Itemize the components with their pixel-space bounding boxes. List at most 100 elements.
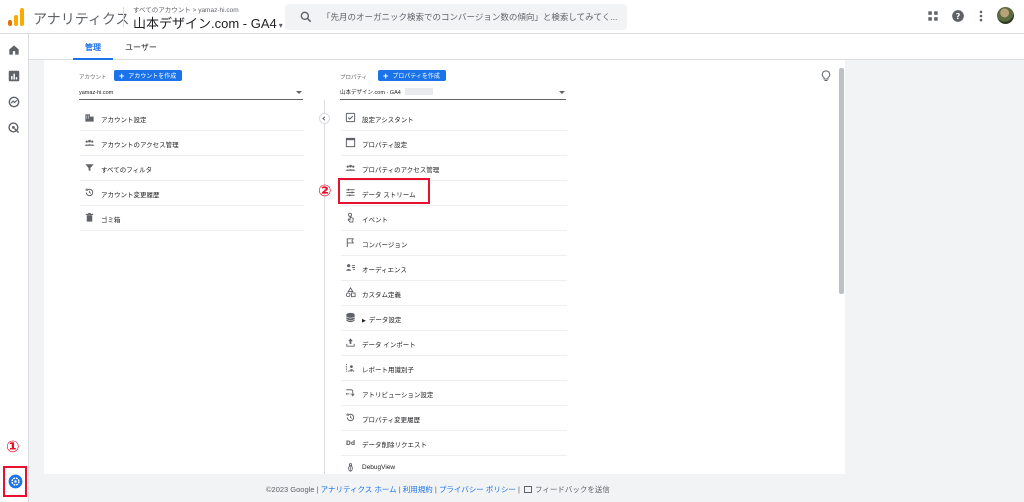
copyright: ©2023 Google |: [266, 485, 319, 494]
apps-grid-icon[interactable]: [926, 9, 940, 23]
analytics-logo-icon[interactable]: [8, 8, 24, 26]
lightbulb-icon[interactable]: [820, 69, 832, 83]
analytics-home-link[interactable]: アナリティクス ホーム: [321, 485, 397, 494]
identity-icon: [345, 363, 355, 372]
reporting-identity-item[interactable]: レポート用識別子: [341, 356, 567, 381]
account-select-value: yamaz-hi.com: [79, 90, 114, 96]
account-history-item[interactable]: アカウント変更履歴: [80, 181, 304, 206]
data-import-item[interactable]: データ インポート: [341, 331, 567, 356]
property-history-item[interactable]: プロパティ変更履歴: [341, 406, 567, 431]
trash-item[interactable]: ゴミ箱: [80, 206, 304, 231]
menu-item-text: データ設定: [368, 317, 402, 324]
menu-item-label: すべてのフィルタ: [101, 167, 153, 174]
admin-gear-icon[interactable]: [8, 474, 23, 489]
window-icon: [345, 137, 356, 148]
all-filters-item[interactable]: すべてのフィルタ: [80, 156, 304, 181]
svg-text:?: ?: [956, 11, 961, 21]
menu-item-label: アカウント設定: [101, 117, 147, 124]
more-vert-icon[interactable]: [974, 9, 988, 23]
account-settings-item[interactable]: アカウント設定: [80, 106, 304, 131]
data-deletion-item[interactable]: Dd データ削除リクエスト: [341, 431, 567, 456]
history-icon: [346, 413, 355, 422]
attribution-icon: [345, 389, 355, 397]
menu-item-label: オーディエンス: [362, 267, 407, 274]
shapes-icon: [345, 287, 356, 298]
account-access-item[interactable]: アカウントのアクセス管理: [80, 131, 304, 156]
top-header: アナリティクス すべてのアカウント > yamaz-hi.com 山本デザイン.…: [0, 0, 1024, 34]
create-account-label: アカウントを作成: [128, 74, 177, 80]
menu-item-label: アカウントのアクセス管理: [101, 142, 179, 149]
menu-item-label: プロパティ変更履歴: [362, 417, 421, 424]
property-settings-item[interactable]: プロパティ設定: [341, 131, 567, 156]
feedback-link[interactable]: フィードバックを送信: [522, 485, 610, 494]
menu-item-label: データ削除リクエスト: [362, 442, 427, 449]
footer-separator: |: [434, 485, 437, 494]
expand-arrow-icon: ▶: [362, 318, 366, 324]
left-nav: [0, 34, 29, 502]
menu-item-label: プロパティのアクセス管理: [362, 167, 440, 174]
audience-icon: [345, 264, 356, 271]
header-divider: [123, 7, 124, 27]
advertising-icon[interactable]: [7, 121, 21, 135]
create-property-label: プロパティを作成: [392, 74, 440, 80]
menu-item-label: ▶ データ設定: [362, 314, 401, 324]
annotation-marker-2: ②: [318, 183, 332, 200]
menu-item-label: DebugView: [362, 464, 396, 471]
custom-definitions-item[interactable]: カスタム定義: [341, 281, 567, 306]
menu-item-label: ゴミ箱: [101, 217, 121, 224]
data-streams-highlight-box: [338, 178, 430, 204]
create-account-button[interactable]: + アカウントを作成: [114, 70, 183, 81]
scrollbar[interactable]: [839, 68, 844, 294]
menu-item-label: イベント: [362, 217, 388, 224]
account-select[interactable]: yamaz-hi.com: [79, 88, 303, 100]
plus-icon: +: [383, 71, 389, 81]
property-select[interactable]: 山本デザイン.com - GA4: [340, 88, 566, 100]
help-icon[interactable]: ?: [951, 9, 965, 23]
reports-icon[interactable]: [7, 69, 21, 83]
chevron-down-icon: ▾: [278, 21, 283, 30]
footer-separator: |: [398, 485, 401, 494]
trash-icon: [85, 212, 94, 222]
property-picker[interactable]: 山本デザイン.com - GA4 ▾: [133, 13, 283, 32]
home-icon[interactable]: [7, 43, 21, 57]
create-property-button[interactable]: + プロパティを作成: [378, 70, 446, 81]
svg-text:Dd: Dd: [346, 440, 355, 447]
annotation-marker-1: ①: [6, 439, 20, 456]
app-title[interactable]: アナリティクス: [33, 9, 129, 29]
events-item[interactable]: イベント: [341, 206, 567, 231]
plus-icon: +: [119, 71, 125, 81]
menu-item-label: アトリビューション設定: [362, 392, 434, 399]
menu-item-label: データ インポート: [362, 342, 416, 349]
property-name: 山本デザイン.com - GA4: [133, 16, 277, 31]
admin-card: アカウント + アカウントを作成 yamaz-hi.com アカウント設定 アカウ…: [44, 60, 845, 474]
menu-item-label: カスタム定義: [362, 292, 401, 299]
collapse-column-button[interactable]: [319, 113, 330, 124]
setup-assistant-item[interactable]: 設定アシスタント: [341, 106, 567, 131]
menu-item-label: 設定アシスタント: [362, 117, 414, 124]
footer-separator: |: [517, 485, 520, 494]
data-settings-item[interactable]: ▶ データ設定: [341, 306, 567, 331]
explore-icon[interactable]: [7, 95, 21, 109]
tab-admin[interactable]: 管理: [85, 42, 101, 53]
feedback-label: フィードバックを送信: [535, 485, 610, 494]
avatar[interactable]: [997, 7, 1014, 24]
building-icon: [85, 114, 94, 122]
conversions-item[interactable]: コンバージョン: [341, 231, 567, 256]
privacy-link[interactable]: プライバシー ポリシー: [439, 485, 516, 494]
menu-item-label: レポート用識別子: [362, 367, 414, 374]
menu-item-label: プロパティ設定: [362, 142, 408, 149]
terms-link[interactable]: 利用規約: [403, 485, 433, 494]
people-icon: [84, 139, 95, 146]
audiences-item[interactable]: オーディエンス: [341, 256, 567, 281]
menu-item-label: アカウント変更履歴: [101, 192, 160, 199]
history-icon: [85, 188, 94, 197]
attribution-settings-item[interactable]: アトリビューション設定: [341, 381, 567, 406]
search-bar[interactable]: 「先月のオーガニック検索でのコンバージョン数の傾向」と検索してみてく...: [285, 4, 627, 30]
touch-icon: [347, 212, 354, 223]
dropdown-caret-icon: [296, 91, 302, 94]
debugview-item[interactable]: DebugView: [341, 456, 567, 474]
people-icon: [345, 164, 356, 171]
feedback-icon: [524, 486, 533, 493]
property-column-label: プロパティ: [340, 75, 368, 81]
tab-user[interactable]: ユーザー: [125, 42, 157, 53]
